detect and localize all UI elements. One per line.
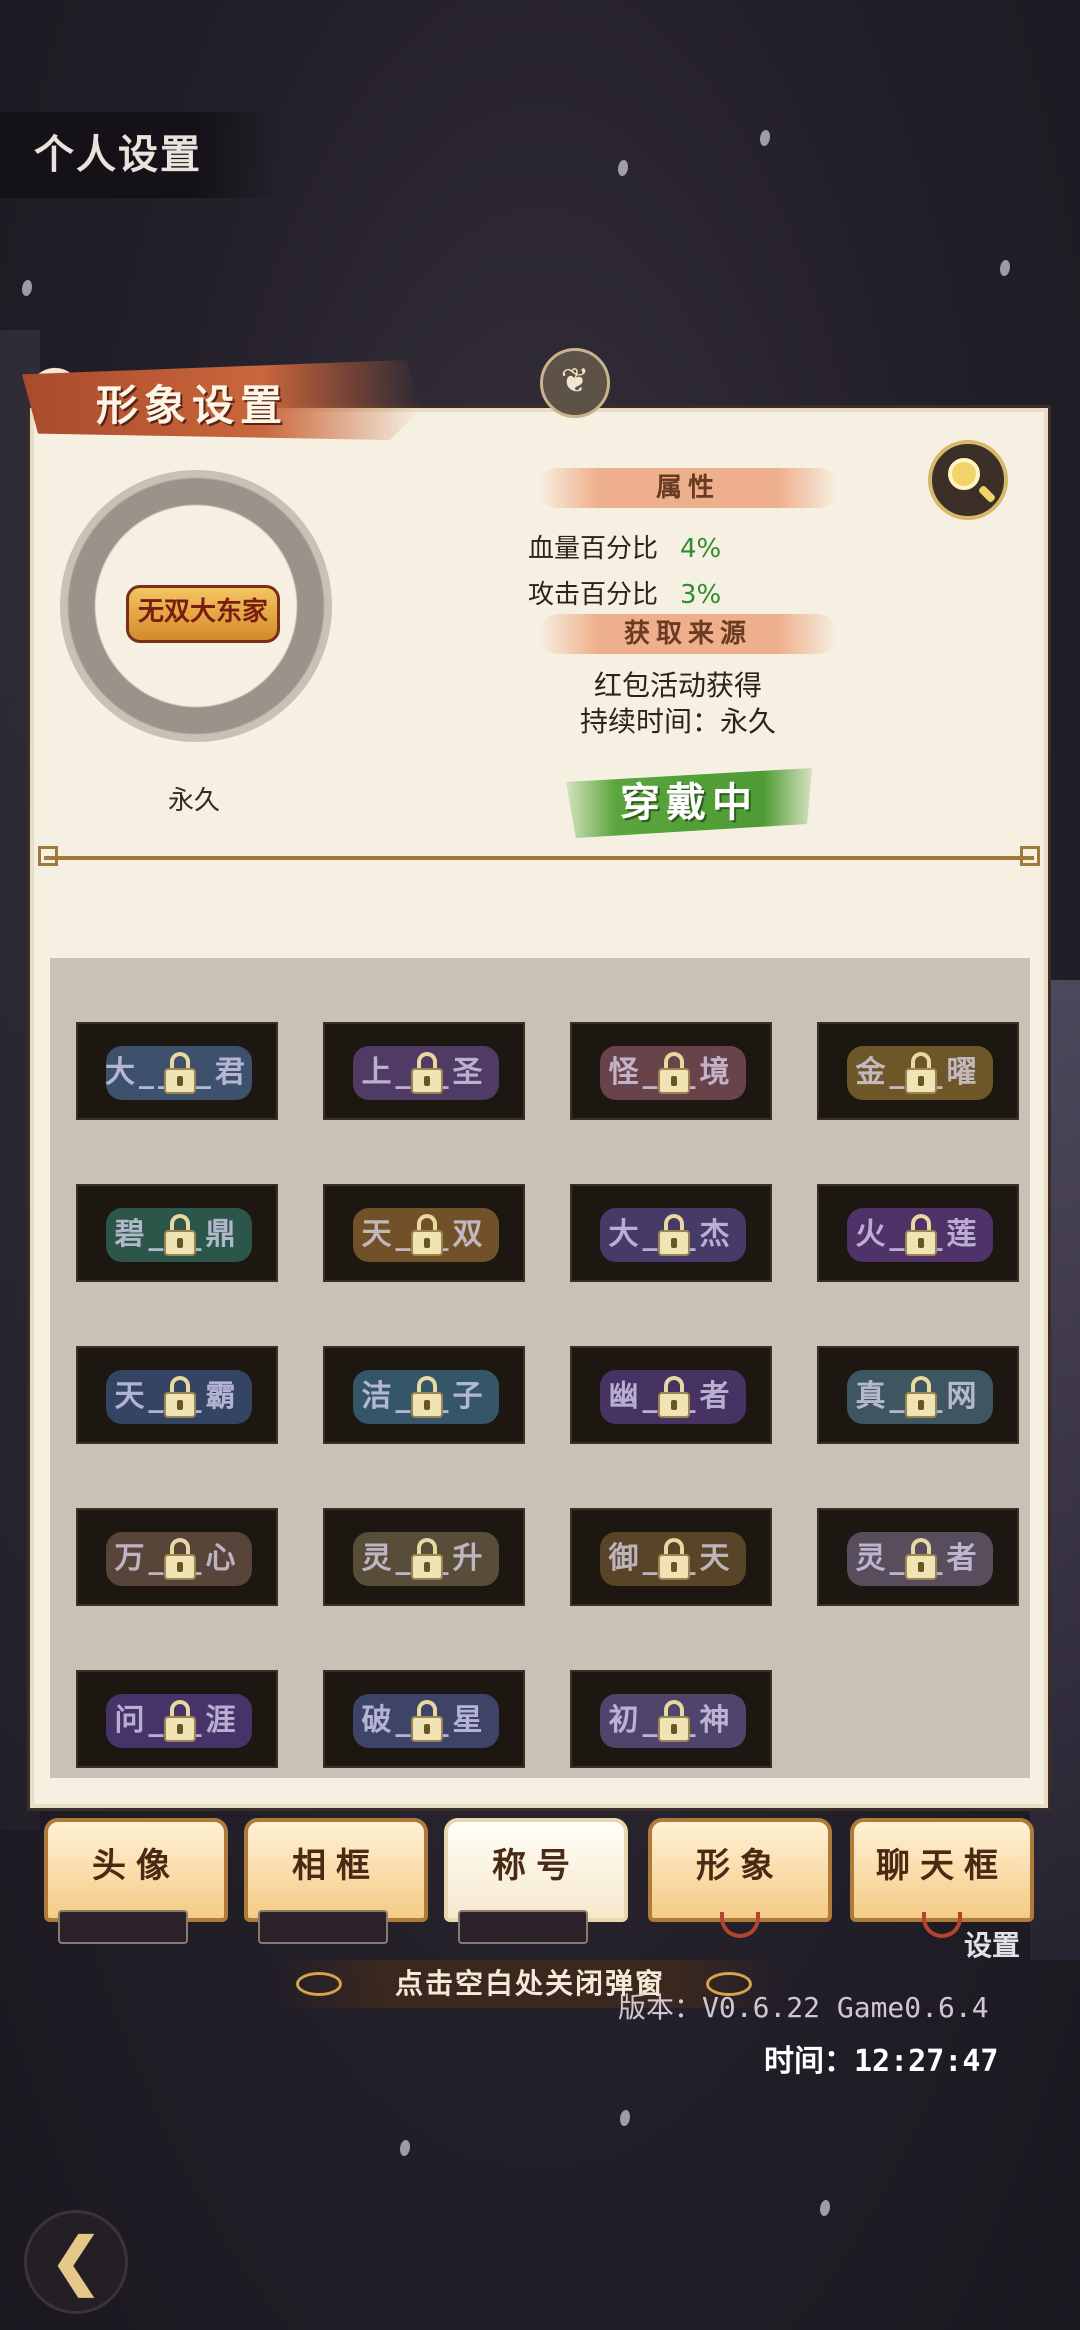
tab-4[interactable]: 聊天框: [850, 1818, 1034, 1938]
lock-icon: [658, 1376, 690, 1420]
lock-icon: [164, 1214, 196, 1258]
tab-label: 称号: [492, 1846, 580, 1886]
tab-2[interactable]: 称号: [444, 1818, 628, 1938]
tab-label: 聊天框: [876, 1846, 1008, 1886]
magnify-button[interactable]: [928, 440, 1008, 520]
lock-icon: [164, 1052, 196, 1096]
background-petal: [820, 2200, 830, 2216]
tab-label: 形象: [696, 1846, 784, 1886]
title-card[interactable]: 御___天: [570, 1508, 772, 1606]
lock-icon: [905, 1538, 937, 1582]
source-text: 红包活动获得: [593, 669, 762, 702]
background-petal: [618, 160, 628, 176]
tab-label: 相框: [292, 1846, 380, 1886]
lock-icon: [411, 1052, 443, 1096]
attribute-row: 血量百分比 4%: [528, 528, 721, 565]
lock-icon: [411, 1214, 443, 1258]
tab-0[interactable]: 头像: [44, 1818, 228, 1938]
lock-icon: [164, 1376, 196, 1420]
title-card[interactable]: 天___双: [323, 1184, 525, 1282]
title-card[interactable]: 灵___升: [323, 1508, 525, 1606]
lock-icon: [905, 1376, 937, 1420]
tab-preview-strip: [458, 1910, 588, 1944]
title-card[interactable]: 破___星: [323, 1670, 525, 1768]
title-card[interactable]: 真___网: [817, 1346, 1019, 1444]
tab-preview-strip: [258, 1910, 388, 1944]
magnifier-handle: [977, 484, 997, 504]
title-card[interactable]: 幽___者: [570, 1346, 772, 1444]
title-card[interactable]: 碧___鼎: [76, 1184, 278, 1282]
settings-label[interactable]: 设置: [964, 1924, 1020, 1964]
background-petal: [620, 2110, 630, 2126]
attribute-value: 4%: [680, 534, 722, 564]
duration-label: 永久: [168, 786, 221, 816]
title-card[interactable]: 初___神: [570, 1670, 772, 1768]
background-petal: [400, 2140, 410, 2156]
attribute-label: 血量百分比: [528, 534, 659, 564]
ribbon-icon: [720, 1912, 760, 1938]
tab-3[interactable]: 形象: [648, 1818, 832, 1938]
lock-icon: [164, 1538, 196, 1582]
title-card[interactable]: 金___曜: [817, 1022, 1019, 1120]
lock-icon: [658, 1052, 690, 1096]
panel-title: 形象设置: [96, 381, 289, 430]
tab-1[interactable]: 相框: [244, 1818, 428, 1938]
lock-icon: [411, 1538, 443, 1582]
background-petal: [22, 280, 32, 296]
version-text: 版本：V0.6.22 Game0.6.4: [618, 1991, 989, 2024]
lock-icon: [658, 1214, 690, 1258]
attribute-label: 攻击百分比: [528, 580, 659, 610]
attribute-row: 攻击百分比 3%: [528, 574, 721, 611]
ribbon-icon: [922, 1912, 962, 1938]
leaf-icon: ❦: [540, 348, 610, 418]
ornate-divider: [38, 846, 1040, 866]
lock-icon: [905, 1214, 937, 1258]
tab-label: 头像: [92, 1846, 180, 1886]
clock-text: 时间：12:27:47: [764, 2044, 999, 2079]
lock-icon: [411, 1376, 443, 1420]
title-card[interactable]: 大___杰: [570, 1184, 772, 1282]
title-card[interactable]: 问___涯: [76, 1670, 278, 1768]
magnifier-icon: [948, 458, 980, 490]
lock-icon: [411, 1700, 443, 1744]
equipped-title-badge: 无双大东家: [126, 585, 280, 643]
back-arrow-icon: ❮: [50, 2224, 102, 2297]
attribute-value: 3%: [680, 580, 722, 610]
lock-icon: [658, 1538, 690, 1582]
title-card[interactable]: 洁___子: [323, 1346, 525, 1444]
title-card[interactable]: 大____君: [76, 1022, 278, 1120]
attributes-header: 属性: [538, 468, 838, 508]
title-card[interactable]: 万___心: [76, 1508, 278, 1606]
title-card[interactable]: 灵___者: [817, 1508, 1019, 1606]
background-petal: [760, 130, 770, 146]
duration-text: 持续时间：永久: [579, 705, 776, 738]
tab-preview-strip: [58, 1910, 188, 1944]
title-card[interactable]: 天___霸: [76, 1346, 278, 1444]
lock-icon: [658, 1700, 690, 1744]
back-button[interactable]: ❮: [24, 2210, 128, 2314]
background-petal: [1000, 260, 1010, 276]
source-header: 获取来源: [538, 614, 838, 654]
lock-icon: [164, 1700, 196, 1744]
title-grid: 大____君上___圣怪___境金___曜碧___鼎天___双大___杰火___…: [50, 958, 1030, 1778]
page-title: 个人设置: [0, 112, 280, 198]
title-card[interactable]: 怪___境: [570, 1022, 772, 1120]
title-card[interactable]: 上___圣: [323, 1022, 525, 1120]
title-card[interactable]: 火___莲: [817, 1184, 1019, 1282]
lock-icon: [905, 1052, 937, 1096]
